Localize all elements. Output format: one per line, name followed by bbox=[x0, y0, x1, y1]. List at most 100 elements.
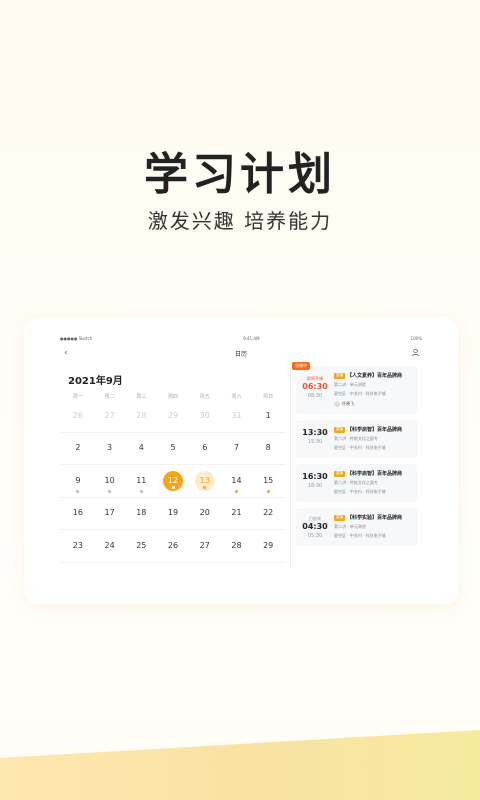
event-title-text: 【科学实验】百年品牌商 bbox=[347, 515, 403, 521]
calendar-day[interactable]: 9 bbox=[62, 471, 94, 493]
event-detail: 第二讲 · 单元测验 bbox=[334, 524, 366, 529]
calendar-day[interactable]: 15 bbox=[252, 471, 284, 493]
event-body: 直播 【科学启智】百年品牌商 第六讲 · 传统文化之窗专 星空区 · 中关村 · 科技… bbox=[334, 470, 414, 495]
calendar-day[interactable]: 18 bbox=[125, 503, 157, 523]
calendar-day[interactable]: 4 bbox=[125, 438, 157, 458]
calendar-day[interactable]: 23 bbox=[62, 536, 94, 556]
calendar-day[interactable]: 27 bbox=[189, 536, 221, 556]
calendar-day[interactable]: 20 bbox=[189, 503, 221, 523]
event-title-text: 【科学启智】百年品牌商 bbox=[347, 427, 403, 433]
calendar-day-number: 18 bbox=[136, 508, 147, 518]
event-detail: 星空区 · 中关村 · 科技电子城 bbox=[334, 533, 386, 538]
calendar-day-number: 26 bbox=[167, 540, 179, 550]
event-end-time: 18:30 bbox=[307, 483, 323, 489]
calendar-day[interactable]: 10 bbox=[94, 471, 126, 493]
event-start-time: 16:30 bbox=[302, 472, 328, 481]
event-dot bbox=[76, 489, 80, 493]
calendar-day[interactable]: 21 bbox=[221, 503, 253, 523]
calendar-day[interactable]: 31 bbox=[221, 406, 253, 426]
calendar-day-number: 22 bbox=[263, 508, 274, 518]
event-tag: 直播 bbox=[334, 372, 345, 379]
calendar-day-number: 25 bbox=[136, 540, 147, 550]
calendar-day-number: 31 bbox=[231, 410, 242, 420]
calendar-day[interactable]: 24 bbox=[94, 536, 126, 556]
calendar-day-number: 7 bbox=[233, 443, 239, 453]
calendar-day-number: 21 bbox=[231, 508, 242, 518]
event-body: 直播 【科学启智】百年品牌商第六讲 · 传统文化之窗专星空区 · 中关村 · 科技… bbox=[334, 426, 414, 451]
calendar-day[interactable]: 16 bbox=[62, 503, 94, 523]
calendar-day-number: 23 bbox=[72, 540, 83, 550]
event-detail: 星空区 · 中关村 · 科技电子城 bbox=[334, 489, 386, 494]
calendar-day[interactable]: 7 bbox=[221, 438, 253, 458]
subline: 激发兴趣 培养能力 bbox=[147, 209, 333, 233]
event-detail: 第六讲 · 传统文化之窗专 bbox=[334, 436, 378, 441]
event-time: 已结束 04:30 05:30 bbox=[300, 516, 330, 539]
calendar-day[interactable]: 26 bbox=[157, 536, 189, 556]
calendar-day[interactable]: 19 bbox=[157, 503, 189, 523]
event-start-time: 06:30 bbox=[302, 382, 328, 391]
calendar-day-number: 1 bbox=[265, 410, 271, 420]
calendar-day[interactable]: 14 bbox=[221, 471, 253, 493]
event-detail: 第二讲 · 单元测验 bbox=[334, 382, 366, 387]
calendar-day[interactable]: 5 bbox=[157, 438, 189, 458]
event-start-time: 13:30 bbox=[302, 428, 328, 437]
calendar-day[interactable]: 26 bbox=[62, 406, 94, 426]
calendar-day[interactable]: 8 bbox=[252, 438, 284, 458]
calendar-day-number: 4 bbox=[138, 443, 144, 453]
nav-bar: ‹ 日历 bbox=[60, 346, 422, 360]
weekday-header: 周一 周二 周三 周四 周五 周六 周日 bbox=[60, 393, 286, 400]
calendar-day-number: 29 bbox=[263, 540, 274, 550]
calendar-day[interactable]: 29 bbox=[157, 406, 189, 426]
calendar-day[interactable]: 2 bbox=[62, 438, 94, 458]
event-card[interactable]: 16:30 18:30 直播 【科学启智】百年品牌商 第六讲 · 传统文化之窗专 星空区 … bbox=[296, 464, 418, 502]
weekday-label: 周五 bbox=[199, 394, 210, 400]
divider bbox=[290, 368, 291, 568]
user-icon[interactable] bbox=[411, 348, 420, 357]
calendar-day[interactable]: 12 bbox=[157, 470, 189, 491]
teacher-name: 任晓飞 bbox=[342, 401, 354, 406]
calendar-month: 2021年9月 bbox=[68, 376, 123, 387]
event-card[interactable]: 13:30 15:30 直播 【科学启智】百年品牌商 第六讲 · 传统文化之窗专 星空区 … bbox=[296, 420, 418, 458]
event-time: 即将开课 06:30 08:30 bbox=[300, 376, 330, 399]
event-card[interactable]: 已结束 04:30 05:30 直播 【科学实验】百年品牌商 第二讲 · 单元测验 星空区 … bbox=[296, 508, 418, 546]
calendar-week-row: 16 17 18 19 20 21 22 bbox=[60, 498, 286, 530]
calendar-day[interactable]: 17 bbox=[94, 503, 126, 523]
calendar-day-number: 17 bbox=[104, 508, 115, 518]
event-time: 16:30 18:30 bbox=[300, 472, 330, 489]
calendar-day[interactable]: 3 bbox=[94, 438, 126, 458]
calendar-day[interactable]: 11 bbox=[125, 471, 157, 493]
calendar-day-number: 11 bbox=[136, 475, 147, 485]
calendar-day-number: 8 bbox=[265, 443, 271, 453]
calendar-day[interactable]: 25 bbox=[125, 536, 157, 556]
status-bar: ●●●●● Sketch 9:41 AM 100% bbox=[60, 336, 422, 344]
avatar bbox=[334, 401, 340, 407]
event-start-time: 04:30 bbox=[302, 522, 328, 531]
calendar-day[interactable]: 28 bbox=[221, 536, 253, 556]
calendar-day[interactable]: 1 bbox=[252, 406, 284, 426]
event-detail: 星空区 · 中关村 · 科技电子城 bbox=[334, 445, 386, 450]
back-button[interactable]: ‹ bbox=[64, 346, 68, 360]
event-detail: 第六讲 · 传统文化之窗专 bbox=[334, 480, 378, 485]
calendar-week-row: 9 10 11 12 13 14 15 bbox=[60, 465, 286, 498]
calendar-day[interactable]: 28 bbox=[125, 406, 157, 426]
bottom-wave-decoration bbox=[0, 730, 480, 800]
calendar-day-number: 16 bbox=[72, 508, 83, 518]
event-title-text: 【人文素养】百年品牌商 bbox=[347, 373, 403, 379]
event-body: 直播 【科学实验】百年品牌商 第二讲 · 单元测验 星空区 · 中关村 · 科技电子城 bbox=[334, 514, 414, 539]
calendar-day-number: 2 bbox=[75, 443, 81, 453]
calendar-day-number: 27 bbox=[199, 540, 210, 550]
calendar-day[interactable]: 6 bbox=[189, 438, 221, 458]
event-dot bbox=[108, 489, 112, 493]
calendar-day[interactable]: 29 bbox=[252, 536, 284, 556]
event-detail: 星空区 · 中关村 · 科技电子城 bbox=[334, 391, 386, 396]
event-card[interactable]: 直播中 即将开课 06:30 08:30 直播 【人文素养】百年品牌商 第二讲 · 单元测验… bbox=[292, 362, 418, 414]
calendar-day[interactable]: 27 bbox=[94, 406, 126, 426]
calendar-day-number: 19 bbox=[167, 508, 179, 518]
calendar-day-number: 28 bbox=[231, 540, 242, 550]
event-tag: 直播 bbox=[334, 426, 345, 433]
calendar-day[interactable]: 22 bbox=[252, 503, 284, 523]
calendar-day[interactable]: 30 bbox=[189, 406, 221, 426]
calendar-day-number: 5 bbox=[170, 443, 176, 453]
calendar-day[interactable]: 13 bbox=[189, 470, 221, 491]
calendar: 2021年9月 周一 周二 周三 周四 周五 周六 周日 26 27 28 29 30 31 1 2 3 4 5… bbox=[60, 368, 286, 563]
